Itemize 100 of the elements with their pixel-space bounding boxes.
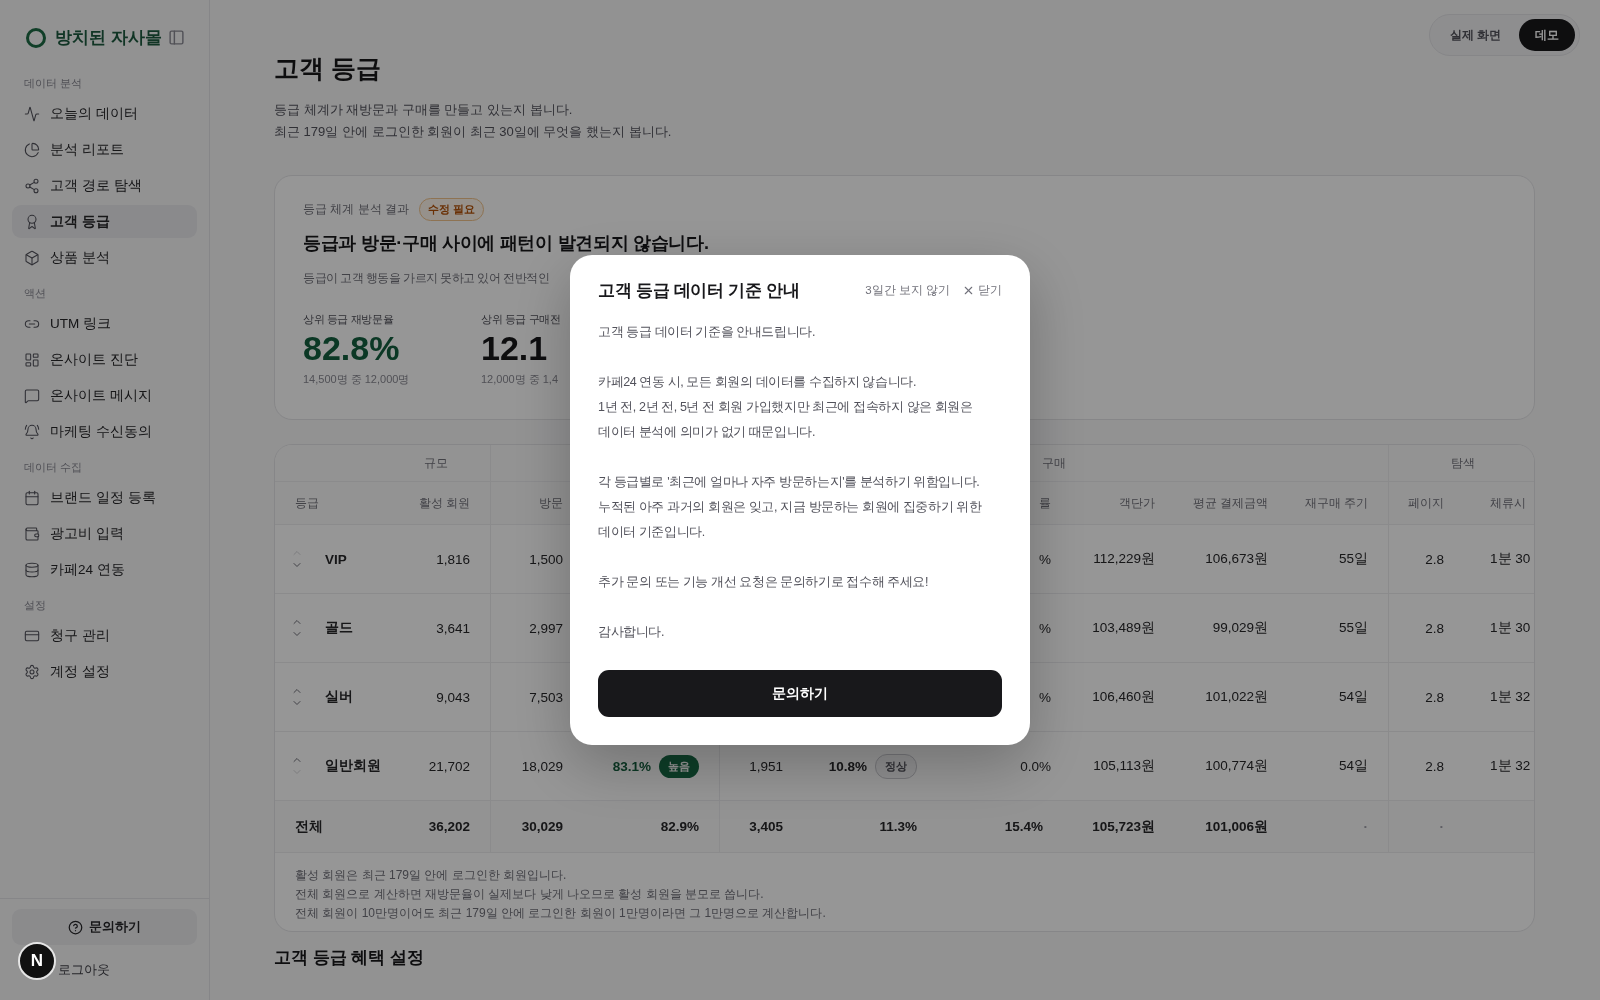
table-cell: · bbox=[1439, 819, 1444, 834]
nav-icon bbox=[24, 489, 40, 506]
nav-icon bbox=[24, 141, 40, 158]
table-cell: 2.8 bbox=[1425, 620, 1444, 636]
table-cell: 21,702 bbox=[428, 758, 470, 774]
grade-name: VIP bbox=[325, 551, 347, 567]
help-icon bbox=[68, 919, 83, 935]
table-cell: 1분 30 bbox=[1490, 550, 1531, 568]
table-cell: 9,043 bbox=[436, 689, 470, 705]
table-cell: 1,500 bbox=[529, 551, 563, 567]
card-headline: 등급과 방문·구매 사이에 패턴이 발견되지 않습니다. bbox=[303, 232, 709, 255]
nav-icon bbox=[24, 525, 40, 542]
close-button[interactable]: 닫기 bbox=[962, 283, 1002, 298]
table-cell: 2.8 bbox=[1425, 551, 1444, 567]
metric-value: 12.1 bbox=[481, 329, 548, 368]
nav-item[interactable]: 오늘의 데이터 bbox=[12, 97, 197, 130]
table-cell: 2,997 bbox=[529, 620, 563, 636]
table-note: 활성 회원은 최근 179일 안에 로그인한 회원입니다. bbox=[295, 867, 568, 883]
nav-item[interactable]: 고객 등급 bbox=[12, 205, 197, 238]
table-cell: 3,641 bbox=[436, 620, 470, 636]
nav-item[interactable]: 브랜드 일정 등록 bbox=[12, 481, 197, 514]
table-cell: 2.8 bbox=[1425, 758, 1444, 774]
dialog-paragraph: 고객 등급 데이터 기준을 안내드립니다. bbox=[598, 324, 816, 341]
table-cell: · bbox=[1363, 819, 1368, 834]
grade-name: 골드 bbox=[325, 619, 353, 637]
card-label: 등급 체계 분석 결과 bbox=[303, 201, 409, 218]
table-cell: 101,006원 bbox=[1205, 817, 1268, 836]
column-header: 률 bbox=[1039, 495, 1051, 511]
metric-detail: 12,000명 중 1,4 bbox=[481, 372, 559, 387]
nav-item[interactable]: 온사이트 진단 bbox=[12, 343, 197, 376]
table-cell: 3,405 bbox=[749, 819, 783, 834]
metric-label: 상위 등급 구매전 bbox=[481, 312, 561, 327]
nav-icon bbox=[24, 249, 40, 266]
section-title: 액션 bbox=[23, 286, 47, 301]
nav-item[interactable]: 광고비 입력 bbox=[12, 517, 197, 550]
table-cell: 1분 32 bbox=[1490, 757, 1531, 775]
column-header: 활성 회원 bbox=[418, 495, 470, 511]
table-cell: 82.9% bbox=[660, 819, 699, 834]
column-header: 방문 bbox=[539, 495, 563, 511]
help-button[interactable]: 문의하기 bbox=[12, 909, 197, 945]
sidebar-toggle-icon[interactable] bbox=[168, 29, 185, 46]
status-badge: 정상 bbox=[875, 753, 917, 779]
nav-item[interactable]: 카페24 연동 bbox=[12, 553, 197, 586]
section-heading: 고객 등급 혜택 설정 bbox=[274, 947, 425, 969]
table-cell: % bbox=[1039, 551, 1051, 567]
column-group-header: 규모 bbox=[423, 455, 448, 471]
column-group-header: 구매 bbox=[1042, 455, 1066, 471]
nav-icon bbox=[24, 387, 40, 404]
nav-item[interactable]: 온사이트 메시지 bbox=[12, 379, 197, 412]
page-title: 고객 등급 bbox=[274, 53, 382, 84]
table-cell: 106,673원 bbox=[1205, 550, 1268, 568]
table-cell: 0.0% bbox=[1020, 758, 1051, 774]
grade-name: 실버 bbox=[325, 688, 353, 706]
nav-item[interactable]: 고객 경로 탐색 bbox=[12, 169, 197, 202]
table-cell: % bbox=[1039, 620, 1051, 636]
nav-icon bbox=[24, 351, 40, 368]
nav-icon bbox=[24, 561, 40, 578]
grade-name: 일반회원 bbox=[325, 757, 381, 775]
table-cell: 54일 bbox=[1338, 757, 1368, 775]
table-cell: 1분 32 bbox=[1490, 688, 1531, 706]
nav-icon bbox=[24, 213, 40, 230]
column-header: 등급 bbox=[295, 495, 319, 511]
table-cell: 54일 bbox=[1338, 688, 1368, 706]
contact-button[interactable]: 문의하기 bbox=[598, 670, 1002, 717]
table-cell: 105,113원 bbox=[1093, 757, 1155, 775]
table-cell: 11.3% bbox=[879, 819, 917, 834]
table-cell: 101,022원 bbox=[1205, 688, 1268, 706]
nav-item[interactable]: 청구 관리 bbox=[12, 619, 197, 652]
table-cell: 105,723원 bbox=[1092, 817, 1155, 836]
brand-logo[interactable]: 방치된 자사몰 bbox=[26, 26, 162, 49]
table-cell: 1,816 bbox=[436, 551, 470, 567]
status-badge: 높음 bbox=[659, 754, 699, 778]
metric-detail: 14,500명 중 12,000명 bbox=[303, 372, 410, 387]
column-header: 체류시 bbox=[1490, 495, 1526, 511]
dialog-paragraph: 각 등급별로 '최근에 얼마나 자주 방문하는지'를 분석하기 위함입니다. 누적된 아주 과거의 회원은 잊고, 지금 방문하는 회원에 집중하기 위한 데이터 기준입니다. bbox=[598, 474, 983, 541]
table-cell: 1,951 bbox=[749, 758, 783, 774]
status-badge: 수정 필요 bbox=[419, 198, 485, 221]
nav-item[interactable]: UTM 링크 bbox=[12, 307, 197, 340]
dialog-paragraph: 감사합니다. bbox=[598, 624, 666, 641]
nav-item[interactable]: 상품 분석 bbox=[12, 241, 197, 274]
view-toggle-option[interactable]: 데모 bbox=[1519, 19, 1575, 51]
table-cell: 36,202 bbox=[428, 819, 470, 834]
column-header: 평균 결제금액 bbox=[1192, 495, 1268, 511]
dialog-paragraph: 추가 문의 또는 기능 개선 요청은 문의하기로 접수해 주세요! bbox=[598, 574, 930, 591]
table-cell: % bbox=[1039, 689, 1051, 705]
table-cell: 106,460원 bbox=[1092, 688, 1155, 706]
nav-item[interactable]: 마케팅 수신동의 bbox=[12, 415, 197, 448]
dialog-paragraph: 카페24 연동 시, 모든 회원의 데이터를 수집하지 않습니다. 1년 전, 2년 전, 5년 전 회원 가입했지만 최근에 접속하지 않은 회원은 데이터 분석에 의미가 없기 때문입니다. bbox=[598, 374, 974, 441]
view-toggle-option[interactable]: 실제 화면 bbox=[1433, 19, 1517, 51]
table-cell: 7,503 bbox=[529, 689, 563, 705]
section-title: 데이터 분석 bbox=[23, 76, 83, 91]
hide-for-days-link[interactable]: 3일간 보지 않기 bbox=[865, 283, 950, 298]
table-cell: 1분 30 bbox=[1490, 619, 1531, 637]
table-cell: 99,029원 bbox=[1212, 619, 1268, 637]
nav-item[interactable]: 계정 설정 bbox=[12, 655, 197, 688]
column-header: 객단가 bbox=[1119, 495, 1155, 511]
column-header: 재구매 주기 bbox=[1304, 495, 1368, 511]
nav-icon bbox=[24, 105, 40, 122]
nav-item[interactable]: 분석 리포트 bbox=[12, 133, 197, 166]
logout-link[interactable]: 로그아웃 bbox=[58, 961, 197, 979]
